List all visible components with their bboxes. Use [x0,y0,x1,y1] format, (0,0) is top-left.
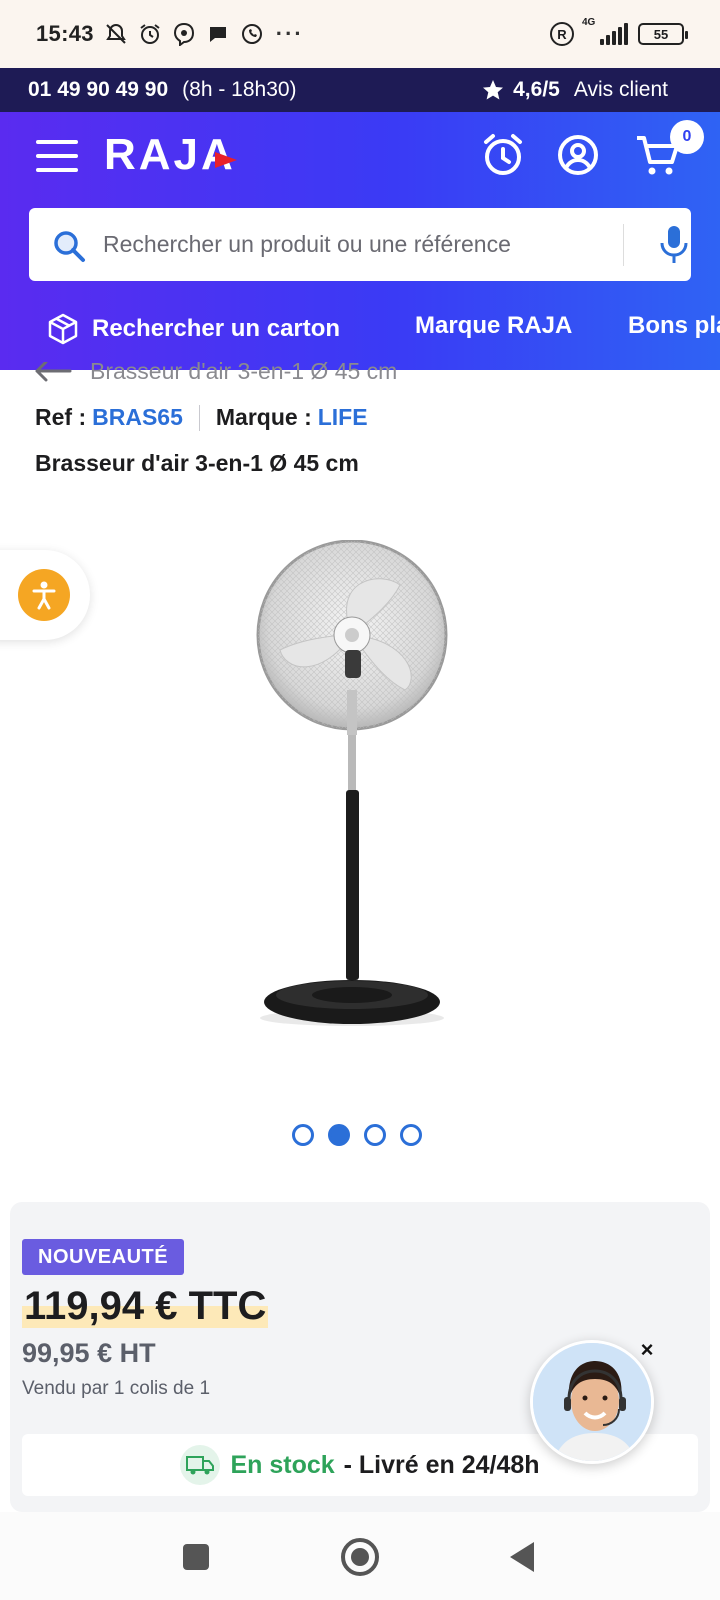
category-nav: Rechercher un carton Marque RAJA Bons pl… [0,300,720,360]
stock-label: En stock [230,1450,335,1479]
image-carousel-dots [292,1124,422,1146]
nav-item-label: Marque RAJA [415,312,573,339]
truck-icon [180,1445,221,1485]
product-title: Brasseur d'air 3-en-1 Ø 45 cm [35,450,359,476]
breadcrumb[interactable]: Brasseur d'air 3-en-1 Ø 45 cm [34,362,397,392]
recent-apps-button[interactable] [183,1544,209,1570]
user-account-icon[interactable] [553,130,603,180]
price-excl-tax: 99,95 € HT [22,1338,156,1368]
search-icon [54,231,85,262]
customer-rating[interactable]: 4,6/5 Avis client [481,78,668,102]
status-time: 15:43 [36,21,94,46]
carousel-dot[interactable] [400,1124,422,1146]
rating-label: Avis client [573,78,668,101]
back-button[interactable] [510,1542,534,1572]
ref-divider [198,404,200,431]
product-reference-row: Ref : BRAS65 Marque : LIFE [35,404,368,431]
brand-label: Marque : [215,404,312,430]
search-divider [623,224,624,266]
chat-close-button[interactable]: × [633,1336,661,1364]
status-bar: 15:43 ··· R 4G 55 [0,0,720,68]
accessibility-icon [32,581,56,610]
brand-link[interactable]: LIFE [318,404,368,431]
price-ttc-value: 119,94 € TTC [22,1284,269,1328]
carousel-dot[interactable] [292,1124,314,1146]
breadcrumb-label[interactable]: Brasseur d'air 3-en-1 Ø 45 cm [90,362,397,385]
nav-item-search-box[interactable]: Rechercher un carton [46,312,340,346]
search-bar[interactable]: Rechercher un produit ou une référence [29,208,691,281]
opening-hours: (8h - 18h30) [182,78,297,101]
chat-bubble-icon [209,27,226,42]
whatsapp-icon [241,24,262,44]
sold-by-info: Vendu par 1 colis de 1 [22,1378,211,1399]
rating-value: 4,6/5 [513,78,560,101]
nav-item-label: Bons plans [628,312,720,339]
battery-level: 55 [653,26,669,42]
phone-number[interactable]: 01 49 90 49 90 [28,78,168,102]
back-arrow-icon[interactable] [34,362,72,382]
nav-item-deals[interactable]: Bons plans [628,312,720,340]
android-navigation-bar [0,1512,720,1600]
ref-label: Ref : [35,404,87,430]
accessibility-tab[interactable] [0,550,90,640]
battery-icon: 55 [638,23,688,45]
site-header: RAJA 0 Rechercher un produit ou une réfé… [0,112,720,370]
carousel-dot[interactable] [364,1124,386,1146]
registered-icon: R [550,22,574,46]
alarm-clock-icon[interactable] [478,130,528,180]
delivery-time: - Livré en 24/48h [336,1450,540,1479]
ref-value: BRAS65 [92,404,183,430]
raja-logo[interactable]: RAJA [104,130,238,180]
price-incl-tax: 119,94 € TTC [22,1284,269,1329]
carousel-dot-active[interactable] [328,1124,350,1146]
product-image[interactable] [230,540,490,1060]
search-input[interactable]: Rechercher un produit ou une référence [103,231,511,258]
microphone-icon[interactable] [657,224,691,266]
accessibility-button[interactable] [18,569,70,621]
alarm-icon [140,24,160,44]
home-button[interactable] [341,1538,379,1576]
menu-icon[interactable] [36,140,78,172]
box-icon [48,313,78,345]
notification-icons [104,22,264,46]
nav-item-label: Rechercher un carton [92,315,341,342]
mute-bell-icon [105,23,126,44]
new-badge: NOUVEAUTÉ [22,1239,185,1275]
signal-icon: 4G [582,17,628,45]
star-icon [483,80,504,100]
nav-item-raja-brand[interactable]: Marque RAJA [415,312,572,340]
cart-count-badge: 0 [670,120,704,154]
top-info-bar: 01 49 90 49 90 (8h - 18h30) 4,6/5 Avis c… [0,68,720,112]
more-notifications-icon: ··· [275,21,304,46]
viber-icon [173,22,194,46]
